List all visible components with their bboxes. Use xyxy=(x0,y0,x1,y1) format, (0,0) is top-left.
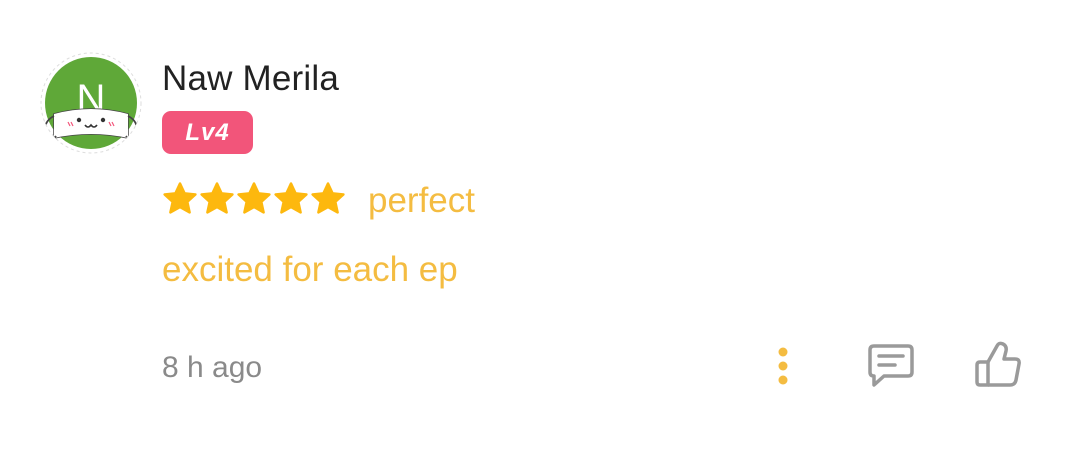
thumbs-up-icon xyxy=(975,341,1021,387)
star-icon xyxy=(199,179,235,219)
comment-icon xyxy=(868,344,914,387)
level-badge: Lv4 xyxy=(162,111,253,154)
review-text: excited for each ep xyxy=(162,250,458,289)
avatar[interactable]: N xyxy=(40,52,142,154)
more-button[interactable] xyxy=(766,344,800,388)
like-button[interactable] xyxy=(972,338,1026,392)
user-name[interactable]: Naw Merila xyxy=(162,58,339,100)
star-icon xyxy=(162,179,198,219)
level-label: Lv4 xyxy=(185,118,230,146)
avatar-mask-icon: N xyxy=(40,52,142,154)
comment-button[interactable] xyxy=(864,340,916,392)
star-icon xyxy=(273,179,309,219)
rating-word: perfect xyxy=(368,181,475,220)
more-vertical-icon xyxy=(778,347,788,385)
timestamp: 8 h ago xyxy=(162,351,263,384)
star-icon xyxy=(236,179,272,219)
star-rating xyxy=(162,179,346,219)
star-icon xyxy=(310,179,346,219)
